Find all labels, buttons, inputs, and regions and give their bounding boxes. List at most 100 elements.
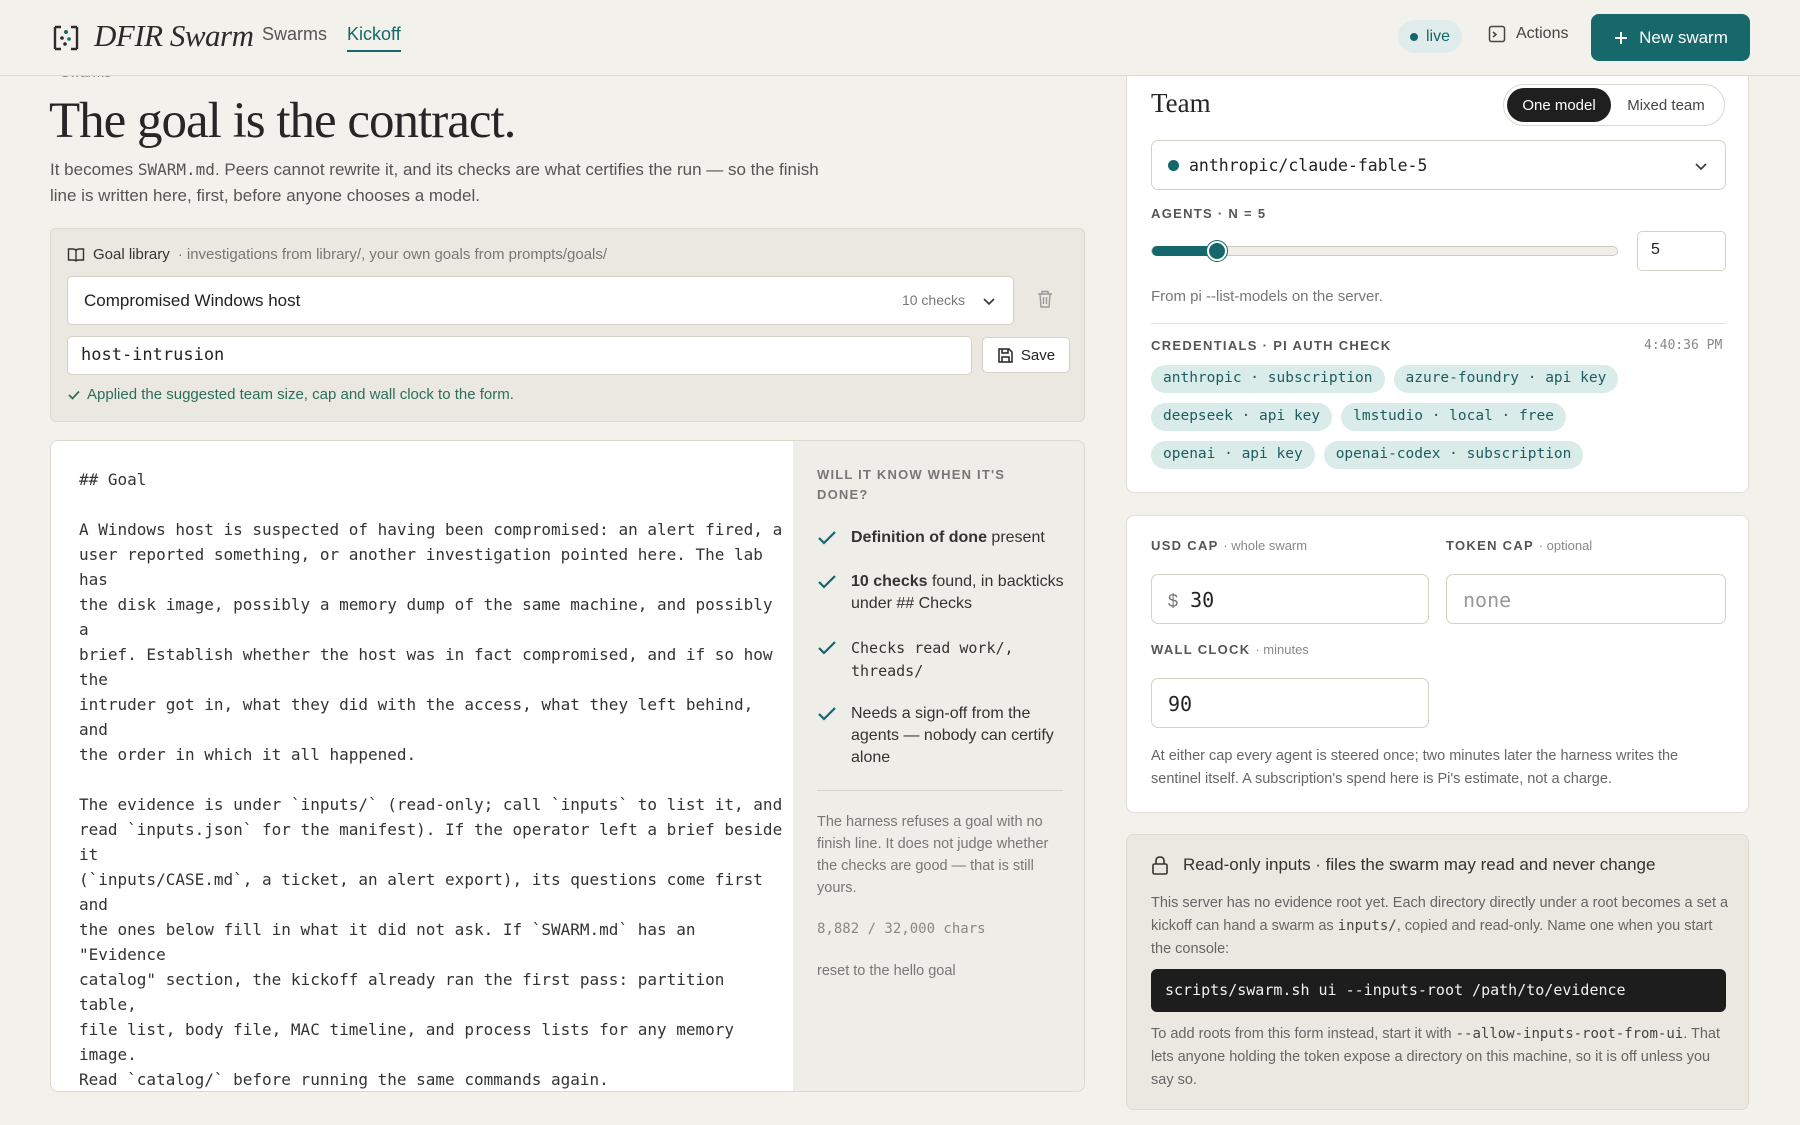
dollar-symbol: $ xyxy=(1168,591,1179,611)
nav-kickoff[interactable]: Kickoff xyxy=(347,24,401,52)
goal-library-title: Goal library xyxy=(93,246,170,263)
token-cap-label-text: TOKEN CAP xyxy=(1446,538,1534,553)
done-check-bold: 10 checks xyxy=(851,573,928,590)
model-select[interactable]: anthropic/claude-fable-5 xyxy=(1151,140,1726,190)
team-mode-toggle: One model Mixed team xyxy=(1503,84,1725,126)
lock-icon xyxy=(1152,856,1168,875)
goal-slug-input[interactable]: host-intrusion xyxy=(67,336,972,375)
models-note: From pi --list-models on the server. xyxy=(1151,288,1383,305)
credential-chip[interactable]: deepseek · api key xyxy=(1151,403,1333,431)
team-card: Team One model Mixed team anthropic/clau… xyxy=(1126,70,1749,493)
token-cap-hint: · optional xyxy=(1538,538,1593,553)
done-check-item: 10 checks found, in backticks under ## C… xyxy=(817,571,1067,615)
terminal-icon xyxy=(1488,25,1506,43)
intro-text-1: It becomes xyxy=(50,160,138,179)
agents-slider-thumb[interactable] xyxy=(1207,241,1228,261)
wall-clock-hint: · minutes xyxy=(1255,642,1309,657)
wall-clock-input[interactable]: 90 xyxy=(1151,678,1429,728)
usd-cap-label: USD CAP · whole swarm xyxy=(1151,538,1307,553)
readonly-inputs-text-2: To add roots from this form instead, sta… xyxy=(1151,1023,1731,1092)
mode-mixed-team[interactable]: Mixed team xyxy=(1611,88,1721,122)
readonly-inputs-title-text: Read-only inputs · files the swarm may r… xyxy=(1183,855,1656,874)
done-check-text: present xyxy=(986,529,1045,546)
mode-one-model[interactable]: One model xyxy=(1507,88,1611,122)
command-snippet[interactable]: scripts/swarm.sh ui --inputs-root /path/… xyxy=(1151,969,1726,1012)
credential-chip[interactable]: openai · api key xyxy=(1151,441,1315,469)
team-title: Team xyxy=(1151,88,1211,118)
goal-editor-text[interactable]: ## Goal A Windows host is suspected of h… xyxy=(79,467,819,1091)
chevron-down-icon xyxy=(1695,163,1707,171)
goal-select[interactable]: Compromised Windows host 10 checks xyxy=(67,276,1014,325)
check-icon xyxy=(818,531,836,545)
applied-message: Applied the suggested team size, cap and… xyxy=(67,386,514,403)
actions-button[interactable]: Actions xyxy=(1488,25,1568,43)
goal-editor: ## Goal A Windows host is suspected of h… xyxy=(50,440,1085,1092)
intro-code: SWARM.md xyxy=(137,160,215,179)
done-check-item: Definition of done present xyxy=(817,527,1067,549)
divider xyxy=(1151,323,1726,324)
credential-chip[interactable]: anthropic · subscription xyxy=(1151,365,1385,393)
chevron-down-icon xyxy=(983,298,995,306)
credentials-list: anthropic · subscription azure-foundry ·… xyxy=(1151,365,1671,469)
readonly-text-3: To add roots from this form instead, sta… xyxy=(1151,1026,1456,1042)
done-checks-note: The harness refuses a goal with no finis… xyxy=(817,814,1049,896)
nav-swarms[interactable]: Swarms xyxy=(262,24,327,45)
token-cap-label: TOKEN CAP · optional xyxy=(1446,538,1592,553)
credentials-label: CREDENTIALS · PI AUTH CHECK xyxy=(1151,338,1392,353)
done-checks-panel: WILL IT KNOW WHEN IT'S DONE? Definition … xyxy=(793,441,1084,1091)
done-check-item: Checks read work/, threads/ xyxy=(817,637,1067,683)
usd-cap-value: 30 xyxy=(1190,588,1215,612)
caps-card: USD CAP · whole swarm TOKEN CAP · option… xyxy=(1126,515,1749,813)
agents-label: AGENTS · N = 5 xyxy=(1151,206,1267,221)
check-icon xyxy=(818,641,836,655)
credential-chip[interactable]: azure-foundry · api key xyxy=(1393,365,1619,393)
caps-note: At either cap every agent is steered onc… xyxy=(1151,748,1679,787)
live-label: live xyxy=(1425,27,1450,45)
done-check-bold: Definition of done xyxy=(851,529,987,546)
agents-count-input[interactable]: 5 xyxy=(1637,231,1726,271)
readonly-flag-code: --allow-inputs-root-from-ui xyxy=(1455,1026,1684,1042)
goal-library-subtitle: · investigations from library/, your own… xyxy=(177,246,608,263)
save-label: Save xyxy=(1020,346,1056,364)
model-select-value: anthropic/claude-fable-5 xyxy=(1189,155,1428,175)
model-status-dot xyxy=(1168,159,1179,171)
done-check-text: Checks read work/, threads/ xyxy=(851,639,1014,680)
readonly-inputs-card: Read-only inputs · files the swarm may r… xyxy=(1126,834,1749,1110)
top-bar: DFIR Swarm Swarms Kickoff live Actions N… xyxy=(0,0,1800,76)
wall-clock-label-text: WALL CLOCK xyxy=(1151,642,1251,657)
done-check-item: Needs a sign-off from the agents — nobod… xyxy=(817,703,1067,769)
readonly-code: inputs/ xyxy=(1337,918,1397,934)
plus-icon xyxy=(1615,31,1628,44)
divider xyxy=(817,790,1063,791)
live-dot-icon xyxy=(1409,32,1418,41)
credential-chip[interactable]: lmstudio · local · free xyxy=(1341,403,1566,431)
check-icon xyxy=(818,575,836,589)
credential-chip[interactable]: openai-codex · subscription xyxy=(1323,441,1584,469)
check-icon xyxy=(68,390,80,400)
live-status-badge: live xyxy=(1398,20,1462,53)
trash-icon[interactable] xyxy=(1036,289,1054,309)
actions-label: Actions xyxy=(1516,25,1569,42)
goal-library-panel: Goal library · investigations from libra… xyxy=(50,228,1085,422)
app-name[interactable]: DFIR Swarm xyxy=(94,18,254,54)
wall-clock-label: WALL CLOCK · minutes xyxy=(1151,642,1309,657)
checks-count: 10 checks xyxy=(901,292,965,308)
logo-icon xyxy=(53,25,79,51)
agents-slider[interactable] xyxy=(1151,241,1618,261)
applied-message-text: Applied the suggested team size, cap and… xyxy=(87,386,514,403)
usd-cap-input[interactable]: $ 30 xyxy=(1151,574,1429,624)
save-button[interactable]: Save xyxy=(982,337,1070,373)
done-check-text: Needs a sign-off from the agents — nobod… xyxy=(851,705,1054,766)
usd-cap-label-text: USD CAP xyxy=(1151,538,1219,553)
page-intro: It becomes SWARM.md. Peers cannot rewrit… xyxy=(50,157,840,209)
goal-library-header: Goal library · investigations from libra… xyxy=(67,246,607,263)
new-swarm-button[interactable]: New swarm xyxy=(1591,14,1750,61)
reset-goal-link[interactable]: reset to the hello goal xyxy=(817,963,956,979)
char-counter: 8,882 / 32,000 chars xyxy=(817,921,986,937)
save-icon xyxy=(998,347,1013,363)
goal-select-value: Compromised Windows host xyxy=(84,291,301,310)
check-icon xyxy=(818,707,836,721)
credentials-time: 4:40:36 PM xyxy=(1644,338,1723,353)
readonly-inputs-title: Read-only inputs · files the swarm may r… xyxy=(1151,855,1655,875)
token-cap-input[interactable]: none xyxy=(1446,574,1726,624)
